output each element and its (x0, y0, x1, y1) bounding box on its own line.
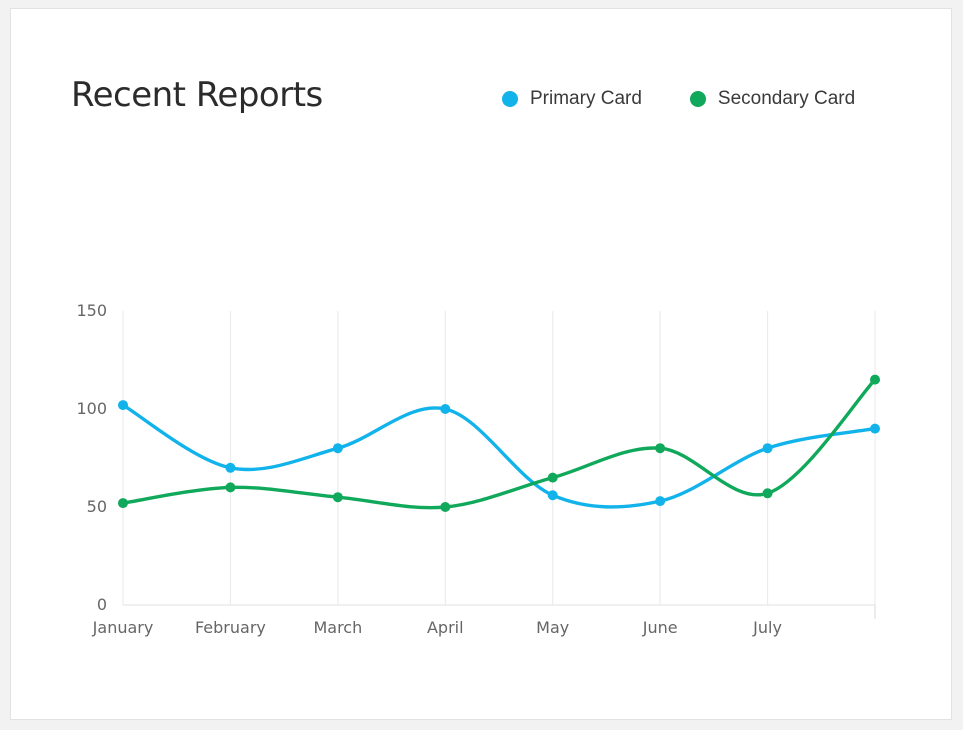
x-tick-label: June (642, 618, 678, 637)
y-tick-label: 150 (76, 301, 107, 320)
line-chart: 0 50 100 150 January February March April May Jun… (76, 301, 880, 637)
data-point-secondary-card (332, 492, 343, 503)
series-line-secondary-card (121, 377, 877, 510)
x-tick-label: July (752, 618, 782, 637)
x-tick-label: March (313, 618, 362, 637)
data-point-secondary-card (225, 482, 236, 493)
data-point-secondary-card (118, 498, 128, 509)
data-point-primary-card (118, 400, 128, 411)
data-point-primary-card (440, 404, 451, 414)
y-tick-label: 100 (76, 399, 107, 418)
data-point-primary-card (762, 443, 773, 454)
series-line-primary-card (121, 403, 877, 509)
data-point-primary-card (225, 462, 236, 473)
x-tick-label: February (195, 618, 266, 637)
data-point-secondary-card (440, 502, 451, 512)
data-point-secondary-card (762, 488, 773, 499)
data-point-primary-card (870, 423, 880, 434)
x-tick-label: May (536, 618, 569, 637)
x-tick-label: April (427, 618, 464, 637)
data-point-secondary-card (547, 472, 558, 483)
data-point-primary-card (547, 490, 558, 501)
data-point-primary-card (332, 443, 343, 454)
y-tick-label: 0 (97, 595, 107, 614)
x-tick-label: January (92, 618, 154, 637)
data-point-secondary-card (870, 374, 880, 385)
data-point-primary-card (655, 496, 666, 507)
recent-reports-card: Recent Reports Primary Card Secondary Ca… (10, 8, 952, 720)
y-tick-label: 50 (87, 497, 107, 516)
data-point-secondary-card (655, 443, 666, 454)
